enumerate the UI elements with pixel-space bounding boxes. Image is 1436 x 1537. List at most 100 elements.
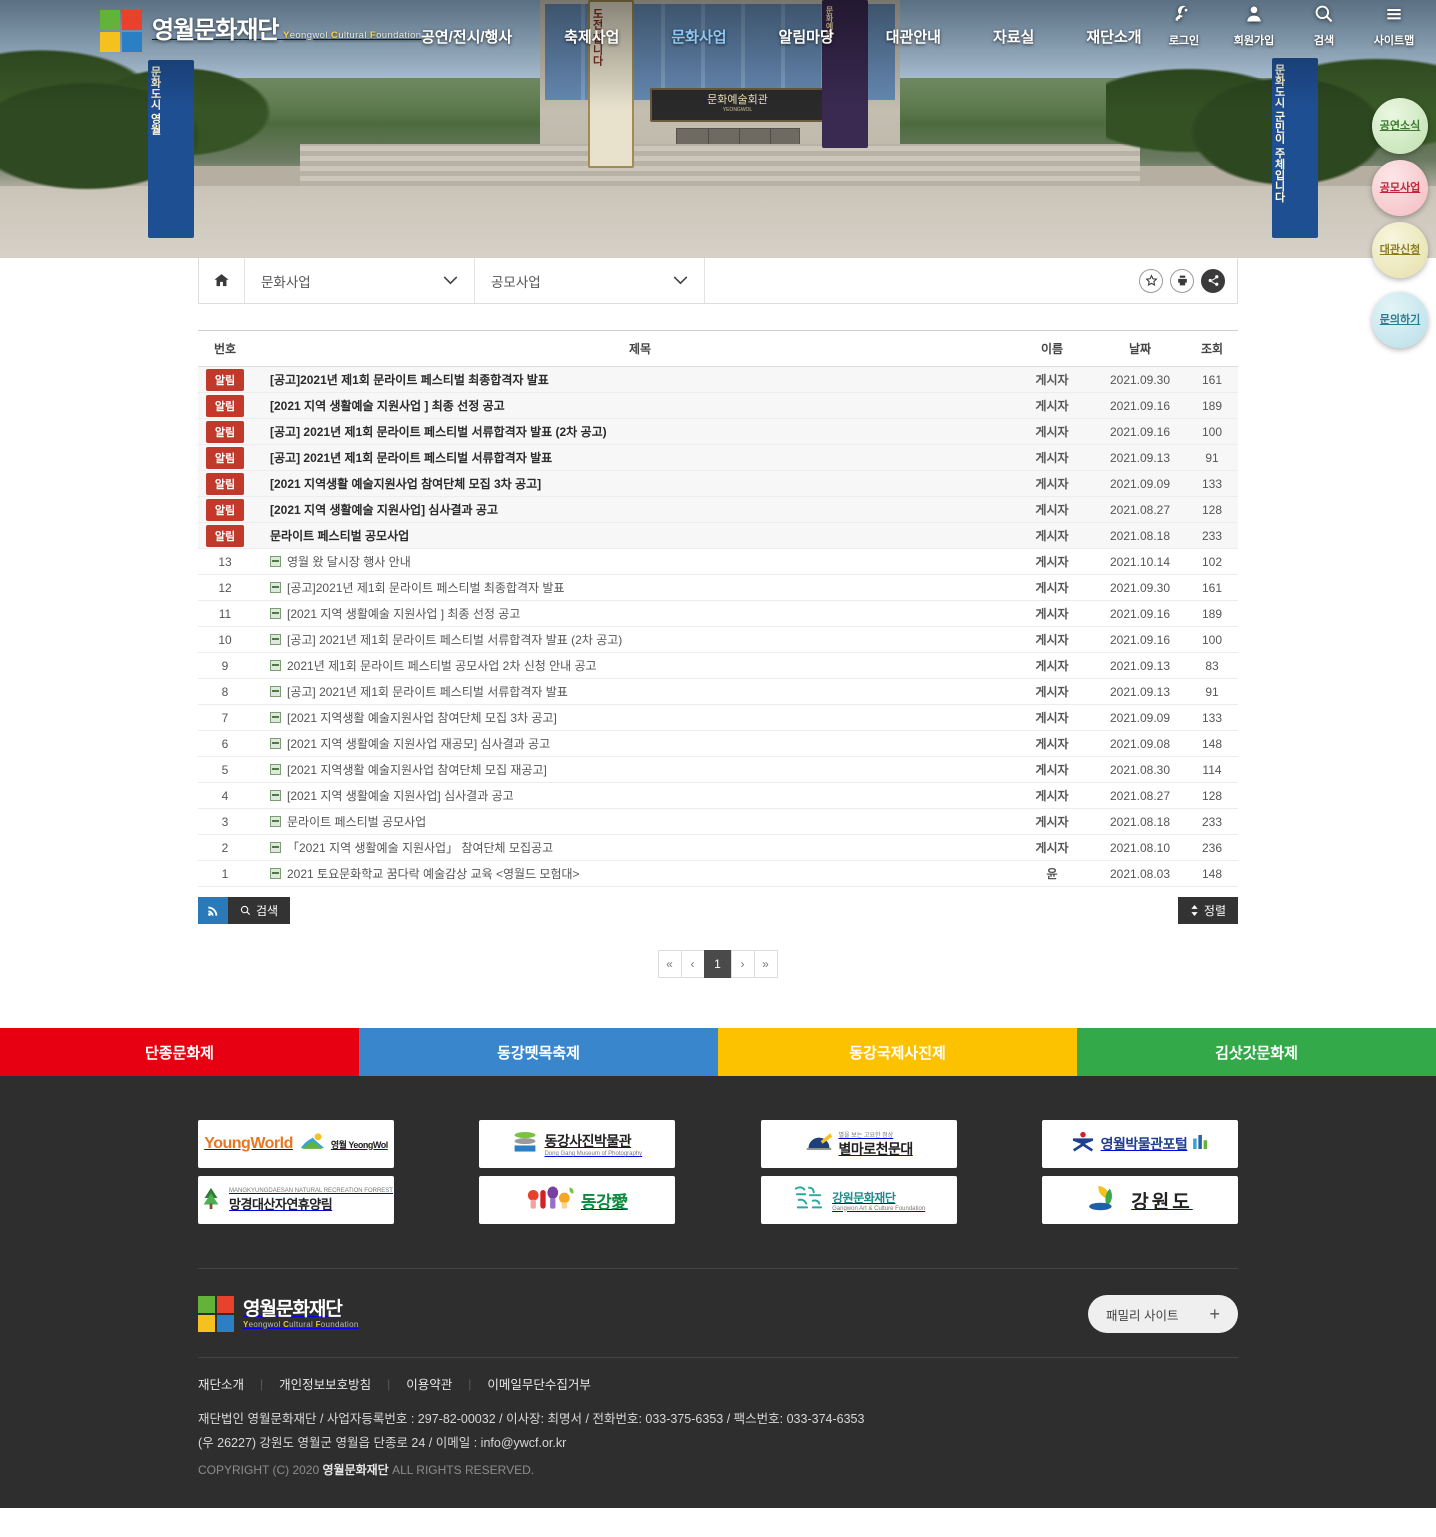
signup-button[interactable]: 회원가입	[1230, 4, 1278, 48]
partner-donggang-ae[interactable]: 동강愛	[479, 1176, 676, 1224]
row-title-link[interactable]: 영월 왔 달시장 행사 안내	[287, 555, 411, 569]
table-row[interactable]: 알림 [2021 지역생활 예술지원사업 참여단체 모집 3차 공고] 게시자 …	[198, 470, 1238, 497]
footer-link-privacy[interactable]: 개인정보보호방침	[263, 1374, 387, 1393]
footer-logo[interactable]: 영월문화재단 Yeongwol Cultural Foundation	[198, 1296, 359, 1332]
row-title-link[interactable]: [2021 지역생활 예술지원사업 참여단체 모집 3차 공고]	[270, 477, 541, 491]
table-row[interactable]: 9 2021년 제1회 문라이트 페스티벌 공모사업 2차 신청 안내 공고 게…	[198, 652, 1238, 679]
sitemap-button[interactable]: 사이트맵	[1370, 4, 1418, 48]
footer-logo-title-en: Yeongwol Cultural Foundation	[243, 1319, 359, 1329]
table-row[interactable]: 알림 [공고] 2021년 제1회 문라이트 페스티벌 서류합격자 발표 게시자…	[198, 444, 1238, 471]
row-title-link[interactable]: [2021 지역 생활예술 지원사업 ] 최종 선정 공고	[270, 399, 505, 413]
nav-item-notice[interactable]: 알림마당	[753, 22, 860, 51]
row-title-link[interactable]: [2021 지역 생활예술 지원사업] 심사결과 공고	[287, 789, 514, 803]
table-row[interactable]: 3 문라이트 페스티벌 공모사업 게시자 2021.08.18 233	[198, 808, 1238, 835]
quick-button-performance-news[interactable]: 공연소식	[1372, 98, 1428, 154]
search-button[interactable]: 검색	[1300, 4, 1348, 48]
partner-gangwon-do-label: 강원도	[1131, 1191, 1193, 1213]
star-icon[interactable]	[1139, 268, 1163, 293]
site-logo[interactable]: 영월문화재단 Yeongwol Cultural Foundation	[100, 10, 421, 52]
table-row[interactable]: 10 [공고] 2021년 제1회 문라이트 페스티벌 서류합격자 발표 (2차…	[198, 626, 1238, 653]
row-date: 2021.09.30	[1094, 366, 1186, 393]
nav-item-archive[interactable]: 자료실	[967, 22, 1060, 51]
footer-link-terms[interactable]: 이용약관	[390, 1374, 468, 1393]
row-title-link[interactable]: [2021 지역 생활예술 지원사업 재공모] 심사결과 공고	[287, 737, 550, 751]
location-spacer	[705, 258, 1139, 303]
sitemap-label: 사이트맵	[1373, 35, 1415, 47]
table-row[interactable]: 알림 [공고]2021년 제1회 문라이트 페스티벌 최종합격자 발표 게시자 …	[198, 366, 1238, 393]
row-author: 게시자	[1010, 600, 1094, 627]
partner-donggang-photo-museum[interactable]: 동강사진박물관 Dong Gang Museum of Photography	[479, 1120, 676, 1168]
page-next[interactable]: ›	[730, 950, 755, 978]
quick-button-open-call[interactable]: 공모사업	[1372, 160, 1428, 216]
row-title-link[interactable]: [공고] 2021년 제1회 문라이트 페스티벌 서류합격자 발표	[287, 685, 568, 699]
row-title-link[interactable]: [2021 지역 생활예술 지원사업 ] 최종 선정 공고	[287, 607, 520, 621]
partner-young-world-label: YoungWorld	[204, 1135, 293, 1152]
row-title-link[interactable]: [공고]2021년 제1회 문라이트 페스티벌 최종합격자 발표	[270, 373, 549, 387]
row-title-link[interactable]: 2021 토요문화학교 꿈다락 예술감상 교육 <영월드 모험대>	[287, 867, 580, 881]
row-author: 게시자	[1010, 574, 1094, 601]
nav-item-rental[interactable]: 대관안내	[860, 22, 967, 51]
festival-donggang-raft[interactable]: 동강뗏목축제	[359, 1028, 718, 1076]
row-title-link[interactable]: [공고] 2021년 제1회 문라이트 페스티벌 서류합격자 발표 (2차 공고…	[270, 425, 607, 439]
row-author: 게시자	[1010, 444, 1094, 471]
page-1[interactable]: 1	[703, 950, 732, 978]
person-icon	[1230, 4, 1278, 30]
partner-gangwon-do[interactable]: 강원도	[1041, 1176, 1238, 1224]
partner-yeongwol-museum-portal[interactable]: 영월박물관포털	[1041, 1120, 1238, 1168]
breadcrumb-select-depth2[interactable]: 공모사업	[475, 258, 705, 303]
nav-item-culture[interactable]: 문화사업	[645, 22, 752, 51]
table-row[interactable]: 1 2021 토요문화학교 꿈다락 예술감상 교육 <영월드 모험대> 윤 20…	[198, 860, 1238, 887]
table-row[interactable]: 13 영월 왔 달시장 행사 안내 게시자 2021.10.14 102	[198, 548, 1238, 575]
rss-icon[interactable]	[198, 897, 228, 924]
table-row[interactable]: 6 [2021 지역 생활예술 지원사업 재공모] 심사결과 공고 게시자 20…	[198, 730, 1238, 757]
row-title-link[interactable]: 2021년 제1회 문라이트 페스티벌 공모사업 2차 신청 안내 공고	[287, 659, 597, 673]
table-row[interactable]: 12 [공고]2021년 제1회 문라이트 페스티벌 최종합격자 발표 게시자 …	[198, 574, 1238, 601]
row-title-link[interactable]: [2021 지역 생활예술 지원사업] 심사결과 공고	[270, 503, 498, 517]
partner-young-world[interactable]: YoungWorld 영월 YeongWol	[198, 1120, 394, 1168]
nav-item-festival[interactable]: 축제사업	[538, 22, 645, 51]
partner-gangwon-art-culture-foundation[interactable]: 강원문화재단 Gangwon Art & Culture Foundation	[760, 1176, 957, 1224]
table-row[interactable]: 알림 문라이트 페스티벌 공모사업 게시자 2021.08.18 233	[198, 522, 1238, 549]
share-icon[interactable]	[1201, 268, 1225, 293]
quick-button-inquiry[interactable]: 문의하기	[1372, 292, 1428, 348]
nav-item-performance[interactable]: 공연/전시/행사	[395, 22, 538, 51]
table-row[interactable]: 알림 [공고] 2021년 제1회 문라이트 페스티벌 서류합격자 발표 (2차…	[198, 418, 1238, 445]
login-button[interactable]: 로그인	[1160, 4, 1208, 48]
page-last[interactable]: »	[753, 950, 778, 978]
row-title-link[interactable]: [2021 지역생활 예술지원사업 참여단체 모집 3차 공고]	[287, 711, 557, 725]
row-title-link[interactable]: 문라이트 페스티벌 공모사업	[270, 529, 409, 543]
page-first[interactable]: «	[657, 950, 682, 978]
partner-yeongwol-museum-label: 영월박물관포털	[1100, 1136, 1188, 1152]
table-row[interactable]: 7 [2021 지역생활 예술지원사업 참여단체 모집 3차 공고] 게시자 2…	[198, 704, 1238, 731]
home-icon[interactable]	[199, 258, 245, 303]
page-prev[interactable]: ‹	[680, 950, 705, 978]
nav-item-about[interactable]: 재단소개	[1060, 22, 1167, 51]
breadcrumb-select-depth1[interactable]: 문화사업	[245, 258, 475, 303]
festival-kimsatgat[interactable]: 김삿갓문화제	[1077, 1028, 1436, 1076]
footer-link-about[interactable]: 재단소개	[198, 1374, 260, 1393]
festival-donggang-photo[interactable]: 동강국제사진제	[718, 1028, 1077, 1076]
table-row[interactable]: 5 [2021 지역생활 예술지원사업 참여단체 모집 재공고] 게시자 202…	[198, 756, 1238, 783]
partner-manggyeongdaesan-forest[interactable]: MANGKYUNGDAESAN NATURAL RECREATION FORRE…	[198, 1176, 394, 1224]
festival-danjong[interactable]: 단종문화제	[0, 1028, 359, 1076]
row-title-link[interactable]: [공고]2021년 제1회 문라이트 페스티벌 최종합격자 발표	[287, 581, 565, 595]
quick-button-rental-apply[interactable]: 대관신청	[1372, 222, 1428, 278]
row-title-link[interactable]: 문라이트 페스티벌 공모사업	[287, 815, 426, 829]
printer-icon[interactable]	[1170, 268, 1194, 293]
search-button[interactable]: 검색	[228, 897, 291, 924]
sort-button[interactable]: 정렬	[1177, 897, 1238, 924]
family-site-dropdown[interactable]: 패밀리 사이트 +	[1088, 1295, 1238, 1333]
footer-link-email-policy[interactable]: 이메일무단수집거부	[471, 1374, 607, 1393]
row-title-link[interactable]: [공고] 2021년 제1회 문라이트 페스티벌 서류합격자 발표 (2차 공고…	[287, 633, 622, 647]
partner-byeolmaro[interactable]: 별을 보는 고요한 정상 별마로천문대	[760, 1120, 957, 1168]
table-row[interactable]: 11 [2021 지역 생활예술 지원사업 ] 최종 선정 공고 게시자 202…	[198, 600, 1238, 627]
row-title-link[interactable]: 「2021 지역 생활예술 지원사업」 참여단체 모집공고	[287, 841, 553, 855]
table-row[interactable]: 8 [공고] 2021년 제1회 문라이트 페스티벌 서류합격자 발표 게시자 …	[198, 678, 1238, 705]
table-row[interactable]: 4 [2021 지역 생활예술 지원사업] 심사결과 공고 게시자 2021.0…	[198, 782, 1238, 809]
table-row[interactable]: 알림 [2021 지역 생활예술 지원사업 ] 최종 선정 공고 게시자 202…	[198, 392, 1238, 419]
table-row[interactable]: 2 「2021 지역 생활예술 지원사업」 참여단체 모집공고 게시자 2021…	[198, 834, 1238, 861]
row-date: 2021.08.18	[1094, 522, 1186, 549]
row-title-link[interactable]: [공고] 2021년 제1회 문라이트 페스티벌 서류합격자 발표	[270, 451, 552, 465]
row-title-link[interactable]: [2021 지역생활 예술지원사업 참여단체 모집 재공고]	[287, 763, 547, 777]
table-row[interactable]: 알림 [2021 지역 생활예술 지원사업] 심사결과 공고 게시자 2021.…	[198, 496, 1238, 523]
